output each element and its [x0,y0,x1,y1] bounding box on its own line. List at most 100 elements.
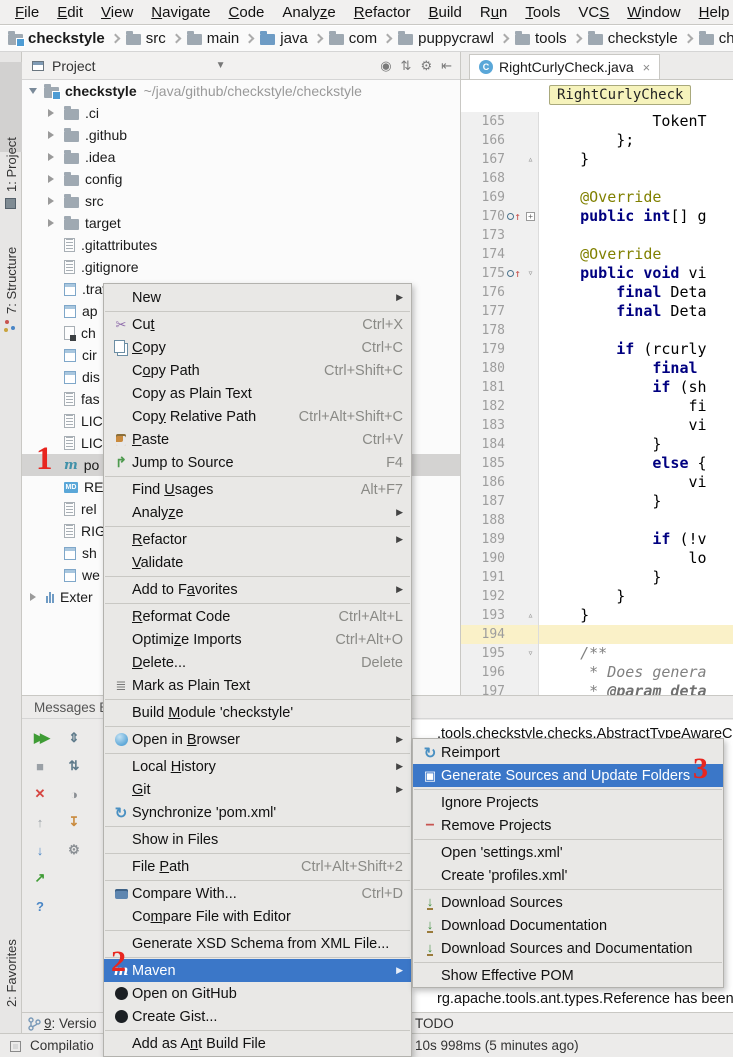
maven-menu-item-generate-sources-and-update-folders[interactable]: Generate Sources and Update Folders [413,764,723,787]
hide-panel-icon[interactable]: ⇤ [441,58,452,74]
breadcrumb-item-checkstyle[interactable]: checkstyle [588,30,680,47]
menu-item-file-path[interactable]: File PathCtrl+Alt+Shift+2 [104,855,411,878]
tool-tab-todo[interactable]: TODO [415,1016,454,1031]
tree-item-checkstyle-root[interactable]: checkstyle~/java/github/checkstyle/check… [22,80,460,102]
menu-item-local-history[interactable]: Local History▶ [104,755,411,778]
expand-arrow-icon[interactable] [48,197,54,205]
menu-item-delete[interactable]: Delete...Delete [104,651,411,674]
expand-arrow-icon[interactable] [48,153,54,161]
tool-tab-version-control[interactable]: 9: Versio [44,1016,106,1031]
tool-tab-structure[interactable]: 7: Structure [4,247,19,314]
override-method-icon[interactable]: ↑ [505,207,523,226]
chevron-down-icon[interactable]: ▼ [216,60,226,71]
menubar-item-view[interactable]: View [92,4,142,21]
fold-marker-icon[interactable]: ▵ [523,150,539,169]
menubar-item-run[interactable]: Run [471,4,517,21]
menu-item-new[interactable]: New▶ [104,286,411,309]
settings-icon[interactable]: ⚙ [64,840,84,860]
menubar-item-edit[interactable]: Edit [48,4,92,21]
expand-arrow-icon[interactable] [48,131,54,139]
menu-item-copy-path[interactable]: Copy PathCtrl+Shift+C [104,359,411,382]
tree-item-config[interactable]: config [22,168,460,190]
menubar-item-refactor[interactable]: Refactor [345,4,420,21]
menubar-item-tools[interactable]: Tools [516,4,569,21]
tool-tab-project[interactable]: 1: Project [4,137,19,192]
scroll-to-source-icon[interactable]: ⇅ [401,58,412,74]
menu-item-maven[interactable]: Maven▶ [104,959,411,982]
menu-item-optimize-imports[interactable]: Optimize ImportsCtrl+Alt+O [104,628,411,651]
menu-item-copy-relative-path[interactable]: Copy Relative PathCtrl+Alt+Shift+C [104,405,411,428]
tree-item-ci[interactable]: .ci [22,102,460,124]
menu-item-build-module-checkstyle[interactable]: Build Module 'checkstyle' [104,701,411,724]
fold-marker-icon[interactable]: + [523,207,539,226]
menu-item-generate-xsd-schema-from-xml-file[interactable]: Generate XSD Schema from XML File... [104,932,411,955]
breadcrumb-item-main[interactable]: main [187,30,242,47]
menu-item-git[interactable]: Git▶ [104,778,411,801]
up-arrow-icon[interactable]: ↑ [30,812,50,832]
locate-icon[interactable]: ◉ [380,58,391,74]
soft-wrap-icon[interactable]: ◑ [64,784,84,804]
menu-item-copy[interactable]: CopyCtrl+C [104,336,411,359]
tree-item-gitattributes[interactable]: .gitattributes [22,234,460,256]
menu-item-reformat-code[interactable]: Reformat CodeCtrl+Alt+L [104,605,411,628]
maven-menu-item-download-sources[interactable]: Download Sources [413,891,723,914]
tool-tab-favorites[interactable]: 2: Favorites [4,939,19,1007]
breadcrumb-item-tools[interactable]: tools [515,30,569,47]
breadcrumb-item-com[interactable]: com [329,30,379,47]
menubar-item-analyze[interactable]: Analyze [273,4,344,21]
maven-menu-item-open-settings-xml[interactable]: Open 'settings.xml' [413,841,723,864]
expand-arrow-icon[interactable] [48,175,54,183]
menu-item-create-gist[interactable]: Create Gist... [104,1005,411,1028]
menubar-item-help[interactable]: Help [690,4,733,21]
tree-item-idea[interactable]: .idea [22,146,460,168]
import-icon[interactable]: ↧ [64,812,84,832]
tree-item-gitignore[interactable]: .gitignore [22,256,460,278]
menu-item-show-in-files[interactable]: Show in Files [104,828,411,851]
menu-item-compare-file-with-editor[interactable]: Compare File with Editor [104,905,411,928]
maven-menu-item-reimport[interactable]: Reimport [413,741,723,764]
maven-menu-item-show-effective-pom[interactable]: Show Effective POM [413,964,723,987]
stop-icon[interactable]: ■ [30,756,50,776]
expand-arrow-icon[interactable] [48,219,54,227]
menu-item-compare-with[interactable]: Compare With...Ctrl+D [104,882,411,905]
tree-item-src[interactable]: src [22,190,460,212]
menu-item-analyze[interactable]: Analyze▶ [104,501,411,524]
menu-item-copy-as-plain-text[interactable]: Copy as Plain Text [104,382,411,405]
menubar-item-navigate[interactable]: Navigate [142,4,219,21]
override-method-icon[interactable]: ↑ [505,264,523,283]
menu-item-add-as-ant-build-file[interactable]: Add as Ant Build File [104,1032,411,1055]
breadcrumb-item-checks[interactable]: checks [699,30,733,47]
editor-tab-rightcurlycheck[interactable]: C RightCurlyCheck.java × [469,54,660,79]
tree-item-github[interactable]: .github [22,124,460,146]
breadcrumb-item-puppycrawl[interactable]: puppycrawl [398,30,496,47]
maven-menu-item-remove-projects[interactable]: Remove Projects [413,814,723,837]
help-icon[interactable]: ? [30,896,50,916]
breadcrumb-item-java[interactable]: java [260,30,310,47]
expand-all-icon[interactable]: ⇕ [64,728,84,748]
rerun-icon[interactable]: ▶▶ [30,728,50,748]
menu-item-add-to-favorites[interactable]: Add to Favorites▶ [104,578,411,601]
menu-item-open-on-github[interactable]: Open on GitHub [104,982,411,1005]
close-tab-icon[interactable]: × [643,60,651,75]
menu-item-open-in-browser[interactable]: Open in Browser▶ [104,728,411,751]
maven-menu-item-download-sources-and-documentation[interactable]: Download Sources and Documentation [413,937,723,960]
expand-arrow-icon[interactable] [30,593,36,601]
menu-item-cut[interactable]: CutCtrl+X [104,313,411,336]
fold-marker-icon[interactable]: ▵ [523,606,539,625]
menubar-item-vcs[interactable]: VCS [569,4,618,21]
maven-menu-item-ignore-projects[interactable]: Ignore Projects [413,791,723,814]
menubar-item-code[interactable]: Code [220,4,274,21]
breadcrumb-item-checkstyle[interactable]: checkstyle [8,30,107,47]
fold-marker-icon[interactable]: ▿ [523,644,539,663]
maven-menu-item-download-documentation[interactable]: Download Documentation [413,914,723,937]
menu-item-paste[interactable]: PasteCtrl+V [104,428,411,451]
menu-item-mark-as-plain-text[interactable]: Mark as Plain Text [104,674,411,697]
code-editor[interactable]: RightCurlyCheck 165 TokenT166 };167▵ }16… [460,80,733,695]
down-arrow-icon[interactable]: ↓ [30,840,50,860]
menu-item-jump-to-source[interactable]: Jump to SourceF4 [104,451,411,474]
maven-menu-item-create-profiles-xml[interactable]: Create 'profiles.xml' [413,864,723,887]
expand-arrow-icon[interactable] [48,109,54,117]
tree-item-target[interactable]: target [22,212,460,234]
gear-icon[interactable]: ⚙ [420,58,432,74]
menu-item-validate[interactable]: Validate [104,551,411,574]
